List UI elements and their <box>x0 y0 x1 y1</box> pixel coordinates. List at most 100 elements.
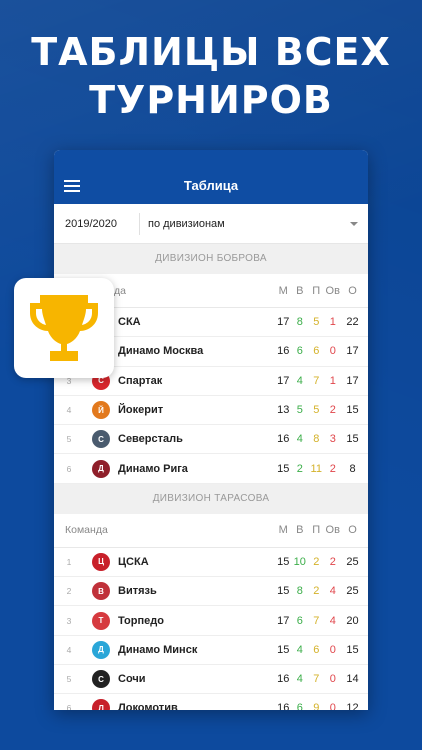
points-value: 15 <box>346 404 359 417</box>
ot-losses-value: 2 <box>329 404 336 417</box>
points-value: 17 <box>346 374 359 387</box>
team-logo-icon: С <box>92 670 110 689</box>
losses-value: 6 <box>313 345 320 358</box>
wins-value: 2 <box>296 462 303 475</box>
games-value: 13 <box>277 404 290 417</box>
trophy-icon <box>30 295 98 361</box>
column-points: О <box>348 284 357 297</box>
points-value: 20 <box>346 614 359 627</box>
table-row[interactable]: 2 В Витязь 15 8 2 4 25 <box>54 577 368 607</box>
points-value: 12 <box>346 702 359 710</box>
team-rank: 4 <box>66 405 72 416</box>
division-header: ДИВИЗИОН БОБРОВА <box>54 244 368 274</box>
wins-value: 4 <box>296 374 303 387</box>
losses-value: 7 <box>313 673 320 686</box>
wins-value: 6 <box>296 345 303 358</box>
chevron-down-icon <box>350 221 358 226</box>
season-selector[interactable]: 2019/2020 <box>54 212 140 235</box>
losses-value: 2 <box>313 555 320 568</box>
table-row[interactable]: 4 Й Йокерит 13 5 5 2 15 <box>54 396 368 426</box>
filter-bar: 2019/2020 по дивизионам <box>54 204 368 244</box>
points-value: 8 <box>349 462 356 475</box>
wins-value: 10 <box>293 555 306 568</box>
team-name: Локомотив <box>118 702 178 710</box>
team-name: Сочи <box>118 673 146 686</box>
ot-losses-value: 1 <box>329 316 336 329</box>
ot-losses-value: 4 <box>329 614 336 627</box>
column-team: Команда <box>65 524 108 537</box>
team-logo-icon: В <box>92 582 110 601</box>
ot-losses-value: 0 <box>329 345 336 358</box>
losses-value: 2 <box>313 585 320 598</box>
wins-value: 4 <box>296 673 303 686</box>
table-row[interactable]: 5 С Северсталь 16 4 8 3 15 <box>54 425 368 455</box>
wins-value: 4 <box>296 433 303 446</box>
column-losses: П <box>312 524 321 537</box>
team-name: ЦСКА <box>118 555 149 568</box>
column-points: О <box>348 524 357 537</box>
losses-value: 11 <box>310 462 322 475</box>
page-title: Таблица <box>183 178 239 193</box>
team-rank: 4 <box>66 644 72 655</box>
team-name: Спартак <box>118 374 163 387</box>
table-row[interactable]: 6 Д Динамо Рига 15 2 11 2 8 <box>54 454 368 484</box>
games-value: 15 <box>277 585 290 598</box>
team-logo-icon: Л <box>92 699 110 710</box>
team-name: Северсталь <box>118 433 183 446</box>
wins-value: 4 <box>296 643 303 656</box>
games-value: 15 <box>277 462 290 475</box>
team-rank: 5 <box>66 434 72 445</box>
team-name: Динамо Москва <box>118 345 204 358</box>
table-row[interactable]: 4 Д Динамо Минск 15 4 6 0 15 <box>54 636 368 665</box>
losses-value: 9 <box>313 702 320 710</box>
ot-losses-value: 3 <box>329 433 336 446</box>
ot-losses-value: 0 <box>329 643 336 656</box>
team-rank: 6 <box>66 703 72 710</box>
ot-losses-value: 1 <box>329 374 336 387</box>
team-rank: 2 <box>66 586 72 597</box>
team-name: Торпедо <box>118 614 164 627</box>
app-bar: Таблица <box>54 150 368 204</box>
team-logo-icon: Й <box>92 401 110 420</box>
division-header: ДИВИЗИОН ТАРАСОВА <box>54 483 368 514</box>
wins-value: 8 <box>296 316 303 329</box>
grouping-label: по дивизионам <box>148 217 225 230</box>
games-value: 17 <box>277 316 290 329</box>
column-games: М <box>278 524 288 537</box>
column-wins: В <box>296 524 304 537</box>
points-value: 14 <box>346 673 359 686</box>
points-value: 15 <box>346 643 359 656</box>
phone-screen: Таблица 2019/2020 по дивизионам ДИВИЗИОН… <box>54 150 368 710</box>
team-logo-icon: Т <box>92 611 110 630</box>
column-ot-losses: Ов <box>325 524 340 537</box>
promo-line-2: ТУРНИРОВ <box>89 78 333 122</box>
wins-value: 6 <box>296 702 303 710</box>
losses-value: 8 <box>313 433 320 446</box>
wins-value: 6 <box>296 614 303 627</box>
table-row[interactable]: 5 С Сочи 16 4 7 0 14 <box>54 665 368 695</box>
grouping-selector[interactable]: по дивизионам <box>140 213 368 235</box>
losses-value: 5 <box>313 316 320 329</box>
team-logo-icon: Д <box>92 640 110 659</box>
promo-headline: ТАБЛИЦЫ ВСЕХ ТУРНИРОВ <box>0 28 422 124</box>
wins-value: 5 <box>296 404 303 417</box>
games-value: 15 <box>277 555 290 568</box>
team-logo-icon: Ц <box>92 552 110 571</box>
losses-value: 7 <box>313 374 320 387</box>
losses-value: 5 <box>313 404 320 417</box>
table-row[interactable]: 3 Т Торпедо 17 6 7 4 20 <box>54 606 368 636</box>
table-header: Команда М В П Ов О <box>54 514 368 548</box>
wins-value: 8 <box>296 585 303 598</box>
points-value: 15 <box>346 433 359 446</box>
table-row[interactable]: 1 Ц ЦСКА 15 10 2 2 25 <box>54 548 368 578</box>
team-name: Йокерит <box>118 404 164 417</box>
team-name: СКА <box>118 316 141 329</box>
column-losses: П <box>312 284 321 297</box>
team-rank: 1 <box>66 556 72 567</box>
table-row[interactable]: 6 Л Локомотив 16 6 9 0 12 <box>54 694 368 710</box>
points-value: 17 <box>346 345 359 358</box>
ot-losses-value: 0 <box>329 673 336 686</box>
team-rank: 5 <box>66 674 72 685</box>
ot-losses-value: 0 <box>329 702 336 710</box>
points-value: 25 <box>346 585 359 598</box>
